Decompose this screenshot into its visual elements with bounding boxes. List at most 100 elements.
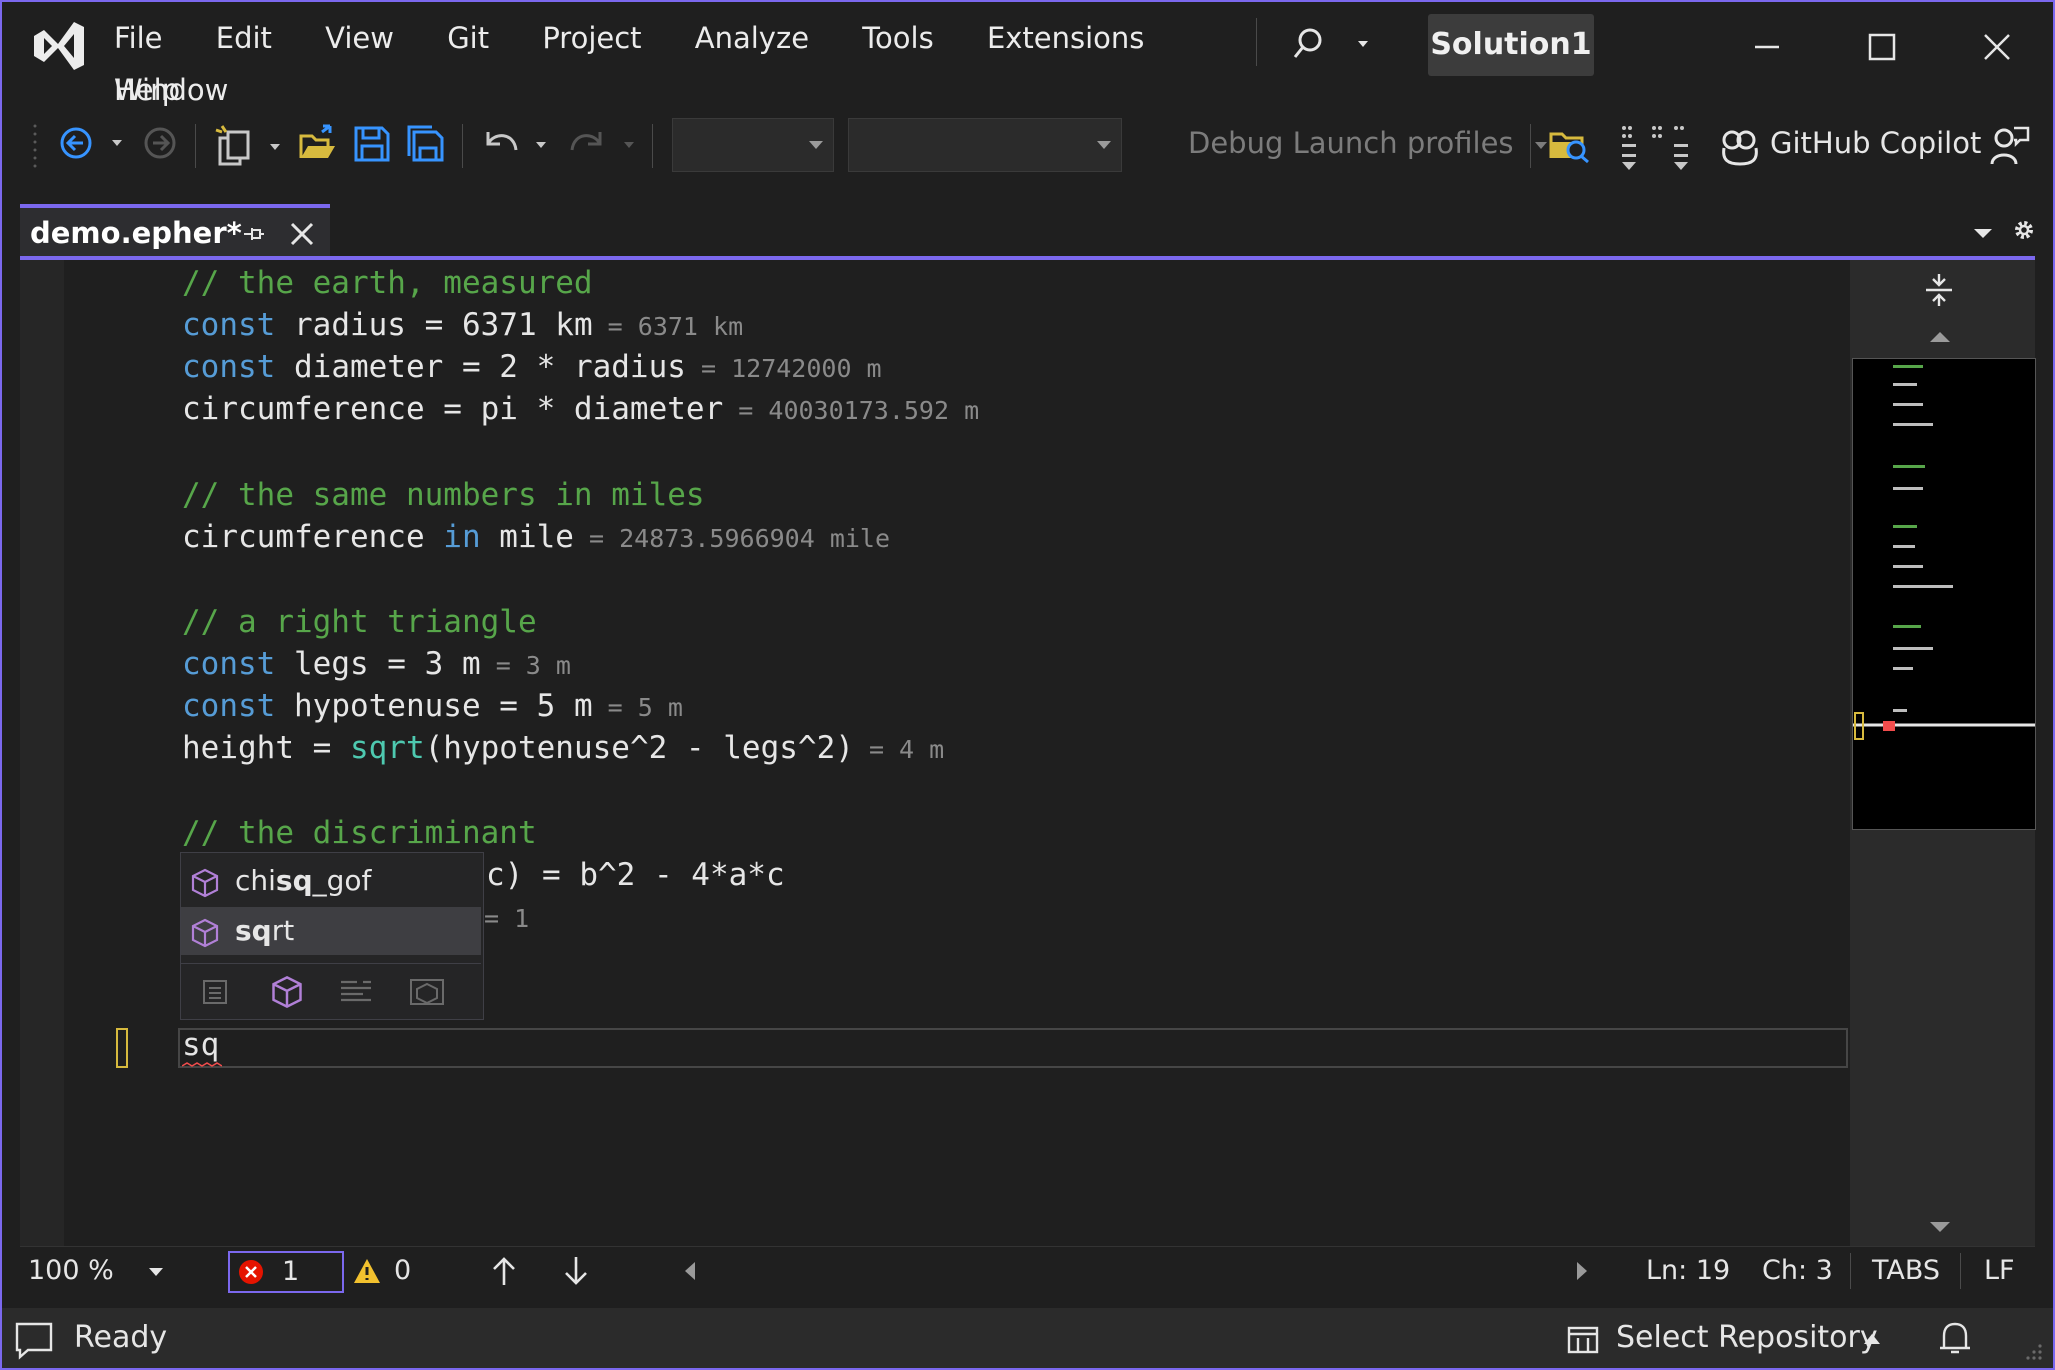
tab-label: demo.epher* bbox=[30, 216, 242, 250]
navigate-forward-icon[interactable] bbox=[142, 124, 178, 164]
menu-view[interactable]: View bbox=[325, 12, 394, 64]
code-text: circumference = pi * diameter bbox=[182, 391, 724, 427]
filter-module-icon[interactable] bbox=[407, 976, 447, 1008]
chevron-down-icon bbox=[809, 141, 823, 149]
find-in-files-icon[interactable] bbox=[1548, 124, 1592, 164]
new-project-icon[interactable] bbox=[214, 124, 290, 168]
indentation-mode[interactable]: TABS bbox=[1872, 1255, 1940, 1286]
warning-count[interactable]: 0 bbox=[394, 1255, 411, 1286]
column-number[interactable]: Ch: 3 bbox=[1762, 1255, 1833, 1286]
feedback-person-icon[interactable] bbox=[1990, 124, 2030, 168]
scroll-left-icon[interactable] bbox=[684, 1261, 696, 1281]
warning-icon[interactable] bbox=[352, 1257, 382, 1285]
horizontal-scrollbar[interactable] bbox=[668, 1247, 1606, 1293]
undo-icon[interactable] bbox=[480, 124, 554, 164]
tab-list-dropdown-icon[interactable] bbox=[1972, 226, 1994, 240]
code-line: const diameter = 2 * radius = 12742000 m bbox=[182, 346, 882, 388]
code-line: const hypotenuse = 5 m = 5 m bbox=[182, 685, 683, 727]
zoom-dropdown-icon[interactable] bbox=[148, 1267, 164, 1277]
gear-icon[interactable] bbox=[2010, 216, 2038, 244]
platform-dropdown[interactable] bbox=[848, 118, 1122, 172]
title-bar: File Edit View Git Project Analyze Tools… bbox=[2, 2, 2053, 110]
scroll-down-icon[interactable] bbox=[1928, 1220, 1952, 1234]
function-cube-icon bbox=[191, 868, 219, 898]
menu-extensions[interactable]: Extensions bbox=[987, 12, 1144, 64]
configuration-dropdown[interactable] bbox=[672, 118, 834, 172]
error-count: 1 bbox=[282, 1256, 300, 1287]
previous-issue-icon[interactable] bbox=[490, 1255, 518, 1287]
search-icon[interactable] bbox=[1292, 26, 1372, 66]
code-editor[interactable]: // the earth, measured const radius = 63… bbox=[20, 260, 1850, 1246]
chevron-up-icon[interactable] bbox=[1862, 1332, 1882, 1346]
maximize-icon[interactable] bbox=[1852, 22, 1912, 72]
inline-result: = 6371 km bbox=[592, 312, 744, 341]
github-copilot-label[interactable]: GitHub Copilot bbox=[1770, 126, 1981, 160]
chevron-down-icon bbox=[1534, 142, 1547, 149]
menu-edit[interactable]: Edit bbox=[216, 12, 272, 64]
repository-icon[interactable] bbox=[1566, 1322, 1600, 1356]
menu-tools[interactable]: Tools bbox=[862, 12, 933, 64]
next-issue-icon[interactable] bbox=[562, 1255, 590, 1287]
split-editor-icon[interactable] bbox=[1922, 272, 1956, 308]
github-copilot-icon[interactable] bbox=[1718, 124, 1762, 168]
status-separator bbox=[1850, 1253, 1851, 1289]
ide-window: File Edit View Git Project Analyze Tools… bbox=[0, 0, 2055, 1370]
inline-result: = 1 bbox=[484, 904, 530, 933]
code-text: circumference bbox=[182, 519, 444, 555]
menu-file[interactable]: File bbox=[114, 12, 163, 64]
save-all-icon[interactable] bbox=[406, 124, 446, 164]
completion-text: rt bbox=[271, 914, 295, 947]
save-icon[interactable] bbox=[352, 124, 392, 164]
solution-name-badge[interactable]: Solution1 bbox=[1428, 14, 1594, 76]
open-folder-icon[interactable] bbox=[298, 124, 338, 164]
inline-result: = 3 m bbox=[480, 651, 571, 680]
notification-bell-icon[interactable] bbox=[1938, 1318, 1972, 1358]
close-tab-icon[interactable] bbox=[288, 220, 316, 248]
comment-text: // a right triangle bbox=[182, 604, 537, 640]
scroll-up-icon[interactable] bbox=[1928, 330, 1952, 344]
output-window-icon[interactable] bbox=[14, 1320, 54, 1360]
document-tab-strip: demo.epher* bbox=[20, 204, 2035, 260]
completion-item-sqrt[interactable]: sqrt bbox=[181, 907, 481, 955]
menu-git[interactable]: Git bbox=[447, 12, 489, 64]
close-window-icon[interactable] bbox=[1967, 22, 2027, 72]
code-line: height = sqrt(hypotenuse^2 - legs^2) = 4… bbox=[182, 727, 944, 769]
filter-function-icon[interactable] bbox=[269, 974, 305, 1010]
code-line: // a right triangle bbox=[182, 601, 537, 643]
minimize-icon[interactable] bbox=[1737, 22, 1797, 72]
inline-result: = 40030173.592 m bbox=[723, 396, 980, 425]
filter-snippet-icon[interactable] bbox=[337, 976, 375, 1008]
completion-item-chisq-gof[interactable]: chisq_gof bbox=[181, 857, 481, 905]
menu-analyze[interactable]: Analyze bbox=[695, 12, 809, 64]
code-text: diameter = 2 * radius bbox=[275, 349, 686, 385]
navigate-back-icon[interactable] bbox=[58, 124, 128, 164]
code-text: radius = 6371 km bbox=[275, 307, 593, 343]
debug-launch-profiles-button[interactable]: Debug Launch profiles bbox=[1188, 126, 1549, 160]
scroll-right-icon[interactable] bbox=[1576, 1261, 1588, 1281]
line-ending[interactable]: LF bbox=[1984, 1255, 2015, 1286]
code-line: circumference = pi * diameter = 40030173… bbox=[182, 388, 979, 430]
error-count-button[interactable]: 1 bbox=[228, 1251, 344, 1293]
comment-lines-icon[interactable] bbox=[1618, 124, 1698, 172]
zoom-level[interactable]: 100 % bbox=[28, 1255, 114, 1286]
code-line: = 1 bbox=[484, 896, 529, 938]
code-text: hypotenuse = 5 m bbox=[275, 688, 593, 724]
code-minimap[interactable] bbox=[1852, 358, 2036, 830]
completion-match: sq bbox=[235, 914, 272, 947]
keyword-text: const bbox=[182, 646, 276, 682]
filter-text-icon[interactable] bbox=[199, 976, 231, 1008]
select-repository-button[interactable]: Select Repository bbox=[1616, 1320, 1878, 1355]
pin-tab-icon[interactable] bbox=[242, 222, 266, 246]
redo-icon[interactable] bbox=[568, 124, 642, 164]
editor-status-bar: 100 % 1 0 Ln: 19 Ch: 3 TABS LF bbox=[20, 1246, 2035, 1295]
keyword-text: const bbox=[182, 349, 276, 385]
menu-project[interactable]: Project bbox=[542, 12, 641, 64]
code-text: legs = 3 m bbox=[275, 646, 481, 682]
code-line: const radius = 6371 km = 6371 km bbox=[182, 304, 743, 346]
toolbar-separator bbox=[195, 124, 196, 168]
tab-demo-epher[interactable]: demo.epher* bbox=[20, 204, 330, 260]
menu-help[interactable]: Help bbox=[114, 64, 180, 116]
line-number[interactable]: Ln: 19 bbox=[1646, 1255, 1730, 1286]
resize-grip-icon[interactable] bbox=[2022, 1340, 2044, 1362]
code-line: c) = b^2 - 4*a*c bbox=[486, 854, 785, 896]
